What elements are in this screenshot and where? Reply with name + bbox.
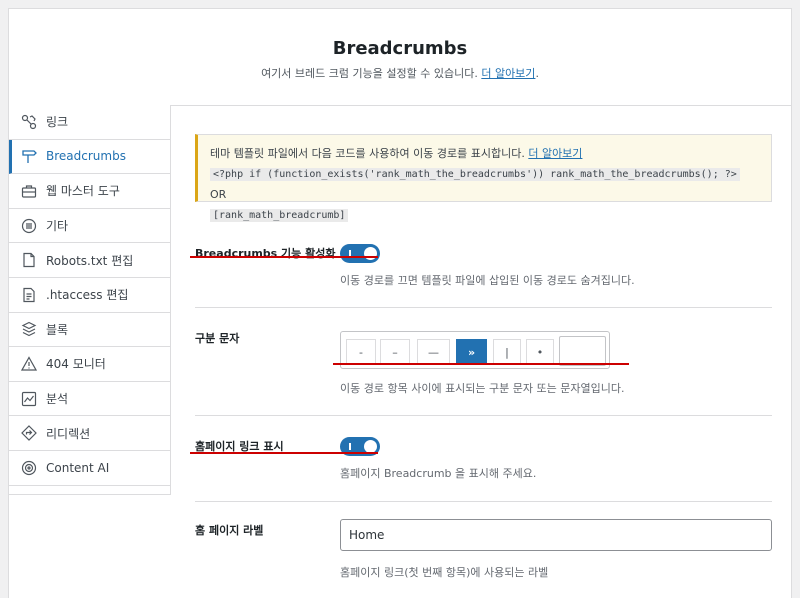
code-notice: 테마 템플릿 파일에서 다음 코드를 사용하여 이동 경로를 표시합니다. 더 … [195, 134, 772, 222]
signpost-icon [21, 148, 37, 164]
learn-more-link[interactable]: 더 알아보기 [481, 67, 535, 80]
separator-option-em-dash[interactable]: — [417, 339, 450, 365]
separator-option-bullet[interactable]: • [526, 339, 554, 365]
separator-option-pipe[interactable]: | [493, 339, 521, 365]
setting-row-enable: Breadcrumbs 기능 활성화 이동 경로를 끄면 템플릿 파일에 삽입된… [195, 222, 772, 308]
setting-row-show-home: 홈페이지 링크 표시 홈페이지 Breadcrumb 을 표시해 주세요. [195, 416, 772, 502]
separator-label: 구분 문자 [195, 332, 240, 345]
enable-breadcrumbs-toggle[interactable] [340, 244, 380, 263]
sidebar-item-misc[interactable]: 기타 [9, 208, 170, 244]
annotation-underline-show-home [190, 452, 378, 454]
shortcode-snippet: [rank_math_breadcrumb] [210, 209, 349, 222]
annotation-underline-enable [190, 256, 378, 258]
sidebar-item-robots-txt[interactable]: Robots.txt 편집 [9, 243, 170, 278]
sidebar-item-blocks[interactable]: 블록 [9, 312, 170, 348]
page-title: Breadcrumbs [332, 38, 468, 59]
content-ai-icon [21, 460, 37, 476]
sidebar-item-htaccess[interactable]: .htaccess 편집 [9, 277, 170, 313]
setting-row-separator: 구분 문자 - – — » | • 이동 경로 항목 사이에 표시되는 구분 문… [195, 308, 772, 416]
annotation-underline-separator [333, 363, 629, 365]
sidebar-item-analytics[interactable]: 분석 [9, 381, 170, 417]
settings-sidebar: 링크 Breadcrumbs 웹 마스터 도구 기타 Robots.txt 편집 [9, 105, 171, 495]
sidebar-item-content-ai[interactable]: Content AI [9, 450, 170, 486]
separator-custom-input[interactable] [559, 336, 606, 366]
settings-panel: Breadcrumbs 여기서 브레드 크럼 기능을 설정할 수 있습니다. 더… [8, 8, 792, 598]
enable-label: Breadcrumbs 기능 활성화 [195, 247, 336, 260]
toolbox-icon [21, 183, 37, 199]
sidebar-item-breadcrumbs[interactable]: Breadcrumbs [9, 139, 170, 175]
blocks-icon [21, 321, 37, 337]
separator-option-raquo[interactable]: » [456, 339, 487, 365]
notice-text: 테마 템플릿 파일에서 다음 코드를 사용하여 이동 경로를 표시합니다. [210, 147, 525, 160]
enable-description: 이동 경로를 끄면 템플릿 파일에 삽입된 이동 경로도 숨겨집니다. [340, 274, 635, 287]
link-icon [21, 114, 37, 130]
show-home-description: 홈페이지 Breadcrumb 을 표시해 주세요. [340, 467, 537, 480]
chart-icon [21, 391, 37, 407]
separator-description: 이동 경로 항목 사이에 표시되는 구분 문자 또는 문자열입니다. [340, 382, 625, 395]
warning-icon [21, 356, 37, 372]
sidebar-item-links[interactable]: 링크 [9, 105, 170, 140]
page-description: 여기서 브레드 크럼 기능을 설정할 수 있습니다. 더 알아보기. [261, 67, 539, 80]
document-icon [21, 287, 37, 303]
file-icon [21, 252, 37, 268]
redirect-icon [21, 425, 37, 441]
setting-row-home-label: 홈 페이지 라벨 홈페이지 링크(첫 번째 항목)에 사용되는 라벨 [195, 502, 772, 598]
settings-content: 테마 템플릿 파일에서 다음 코드를 사용하여 이동 경로를 표시합니다. 더 … [171, 105, 791, 598]
php-code-snippet: <?php if (function_exists('rank_math_the… [210, 168, 740, 181]
separator-option-hyphen[interactable]: - [346, 339, 376, 365]
home-label-input[interactable] [340, 519, 772, 551]
page-header: Breadcrumbs 여기서 브레드 크럼 기능을 설정할 수 있습니다. 더… [9, 9, 791, 106]
home-label-label: 홈 페이지 라벨 [195, 524, 264, 537]
list-circle-icon [21, 218, 37, 234]
notice-learn-more-link[interactable]: 더 알아보기 [528, 147, 582, 160]
sidebar-item-webmaster-tools[interactable]: 웹 마스터 도구 [9, 174, 170, 209]
sidebar-item-404-monitor[interactable]: 404 모니터 [9, 347, 170, 382]
separator-option-en-dash[interactable]: – [380, 339, 410, 365]
sidebar-item-redirections[interactable]: 리디렉션 [9, 416, 170, 451]
home-label-description: 홈페이지 링크(첫 번째 항목)에 사용되는 라벨 [340, 566, 549, 579]
